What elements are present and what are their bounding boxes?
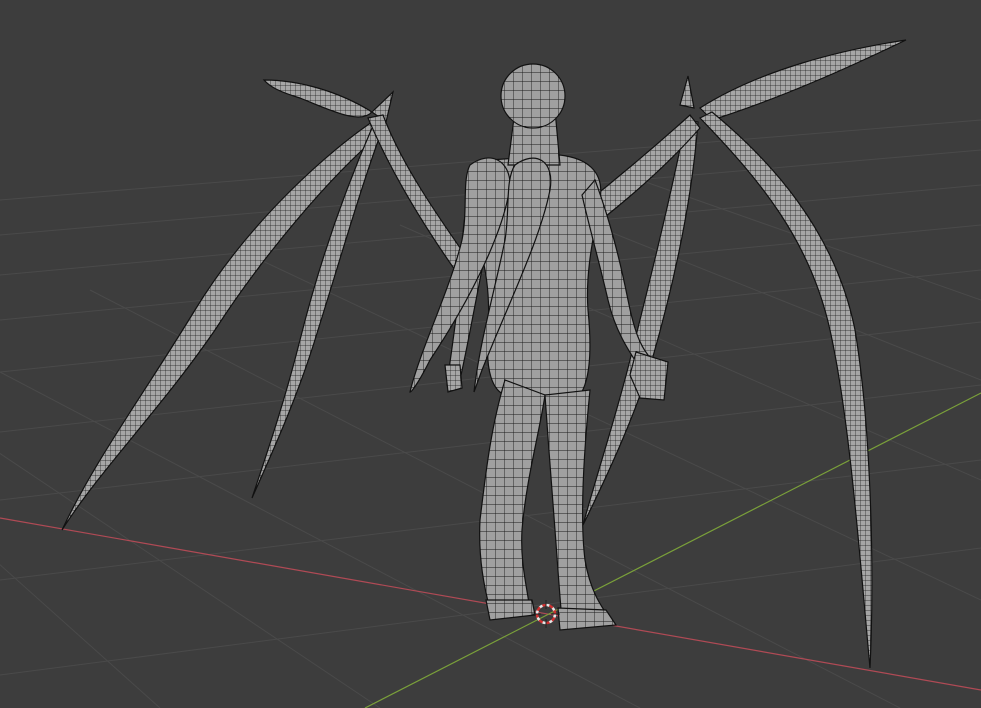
- left-leg: [479, 379, 546, 613]
- right-wing-claw: [679, 75, 695, 109]
- head: [500, 63, 566, 129]
- left-wing-tip: [262, 79, 373, 118]
- y-axis-line: [364, 392, 981, 708]
- left-hand: [444, 364, 463, 393]
- right-foot: [557, 607, 618, 631]
- right-wing-finger-outer: [698, 111, 873, 669]
- 3d-viewport[interactable]: [0, 0, 981, 708]
- left-wing-arm: [367, 114, 466, 272]
- right-wing-tip: [699, 39, 907, 121]
- left-foot: [485, 599, 536, 621]
